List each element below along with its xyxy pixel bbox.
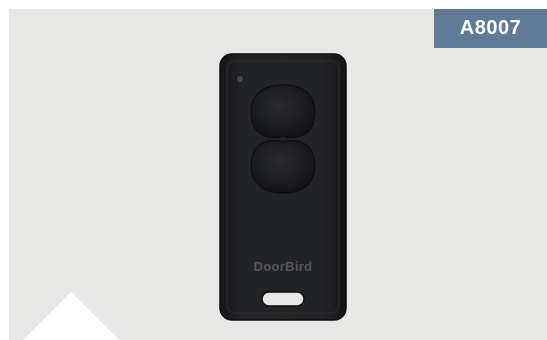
brand-label: DoorBird [254, 259, 313, 274]
top-button [250, 84, 316, 139]
keyring-slot [261, 291, 305, 307]
keyfob-illustration: DoorBird [219, 53, 347, 321]
product-image-frame: DoorBird A8007 [0, 0, 547, 340]
caption-notch [23, 292, 119, 340]
led-indicator [236, 75, 244, 83]
bottom-button [250, 139, 316, 194]
product-code-badge: A8007 [434, 9, 547, 48]
product-photo: DoorBird [9, 9, 547, 340]
